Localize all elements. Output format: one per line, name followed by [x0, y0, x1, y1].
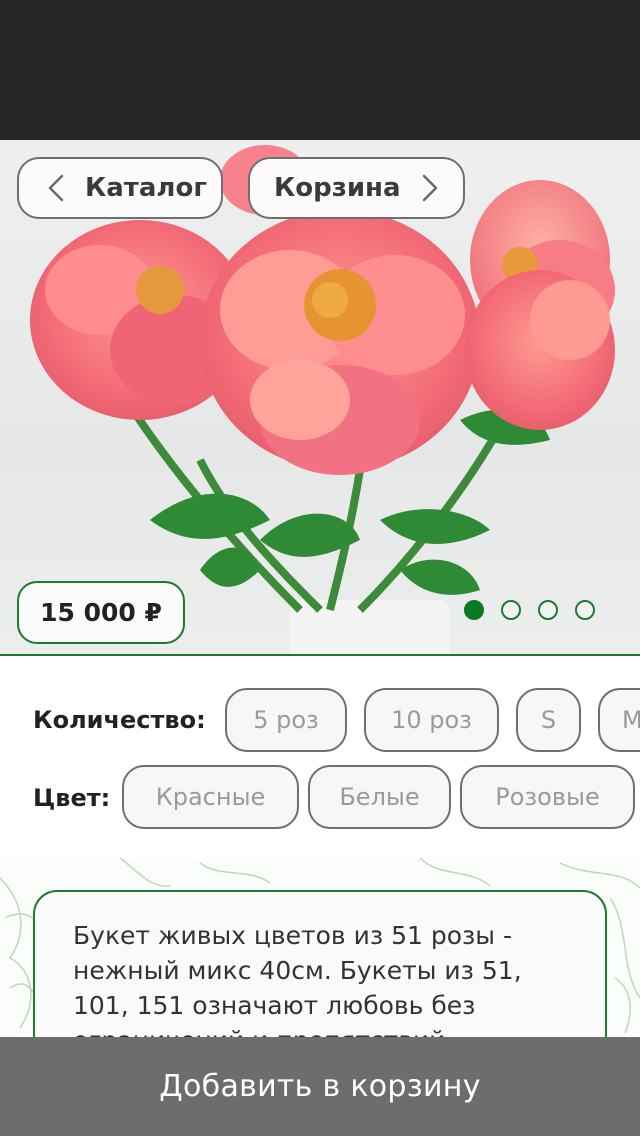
go-to-cart-button[interactable]: Корзина: [248, 157, 465, 219]
quantity-label: Количество:: [33, 706, 206, 734]
status-bar: [0, 0, 640, 140]
quantity-chip-5[interactable]: 5 роз: [225, 688, 347, 752]
quantity-chip-10[interactable]: 10 роз: [364, 688, 499, 752]
color-chip-white[interactable]: Белые: [308, 765, 451, 829]
add-to-cart-button[interactable]: Добавить в корзину: [0, 1037, 640, 1136]
size-chip-m[interactable]: M: [598, 688, 640, 752]
gallery-dot-3[interactable]: [538, 600, 558, 620]
color-chip-red[interactable]: Красные: [122, 765, 299, 829]
gallery-dot-4[interactable]: [575, 600, 595, 620]
gallery-dot-1[interactable]: [464, 600, 484, 620]
chevron-right-icon: [422, 174, 437, 202]
back-label: Каталог: [85, 173, 207, 203]
back-to-catalog-button[interactable]: Каталог: [17, 157, 223, 219]
cart-label: Корзина: [274, 173, 401, 203]
gallery-pagination: [464, 600, 595, 620]
chevron-left-icon: [48, 174, 64, 202]
color-chip-pink[interactable]: Розовые: [460, 765, 635, 829]
color-label: Цвет:: [33, 784, 111, 812]
price-badge: 15 000 ₽: [17, 581, 185, 644]
divider: [0, 654, 640, 656]
size-chip-s[interactable]: S: [516, 688, 581, 752]
gallery-dot-2[interactable]: [501, 600, 521, 620]
